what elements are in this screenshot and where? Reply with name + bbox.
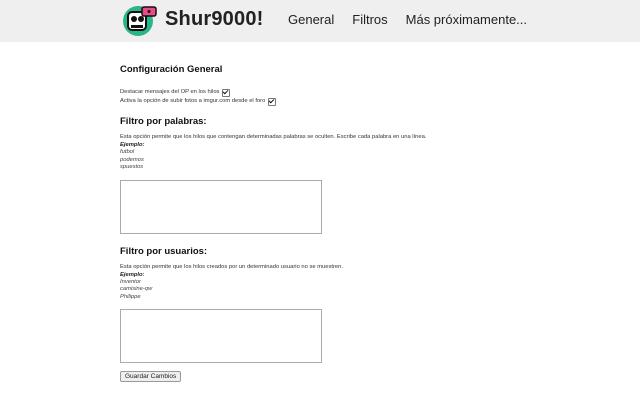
user-filter-example-label: Ejemplo: [120, 271, 145, 278]
word-filter-example: futbol [120, 149, 135, 155]
word-filter-description: Esta opción permite que los hilos que co… [120, 134, 427, 140]
save-changes-button[interactable]: Guardar Cambios [120, 371, 182, 382]
brand-title: Shur9000! [165, 8, 264, 30]
option-imgur-upload-checkbox[interactable] [268, 97, 277, 106]
user-filter-textarea[interactable] [120, 309, 322, 363]
settings-content: Configuración General Destacar mensajes … [120, 64, 540, 383]
word-filter-section: Filtro por palabras: Esta opción permite… [120, 116, 540, 234]
word-filter-example: spuestos [120, 164, 144, 170]
option-highlight-op: Destacar mensajes del OP en los hilos [120, 88, 540, 97]
nav-mas-proximamente[interactable]: Más próximamente... [406, 12, 527, 27]
user-filter-example: camisine-qw [120, 286, 153, 292]
logo-icon [123, 6, 157, 36]
user-filter-example: Philippe [120, 293, 141, 300]
user-filter-description: Esta opción permite que los hilos creado… [120, 263, 343, 270]
nav-filtros[interactable]: Filtros [352, 12, 387, 27]
nav-general[interactable]: General [288, 12, 334, 27]
general-title: Configuración General [120, 64, 223, 75]
word-filter-title: Filtro por palabras: [120, 116, 207, 127]
user-filter-title: Filtro por usuarios: [120, 245, 208, 257]
main-nav: General Filtros Más próximamente... [288, 12, 527, 27]
word-filter-example: podemos [120, 156, 144, 163]
word-filter-example-label: Ejemplo: [120, 142, 145, 148]
option-highlight-op-checkbox[interactable] [222, 88, 231, 97]
option-highlight-op-label: Destacar mensajes del OP en los hilos [120, 89, 220, 95]
word-filter-textarea[interactable] [120, 179, 322, 234]
top-bar: Shur9000! General Filtros Más próximamen… [0, 0, 640, 42]
option-imgur-upload-label: Activa la opción de subir fotos a imgur.… [120, 98, 266, 104]
user-filter-section: Filtro por usuarios: Esta opción permite… [120, 245, 540, 363]
user-filter-example: Inventor [120, 278, 141, 285]
option-imgur-upload: Activa la opción de subir fotos a imgur.… [120, 97, 540, 106]
